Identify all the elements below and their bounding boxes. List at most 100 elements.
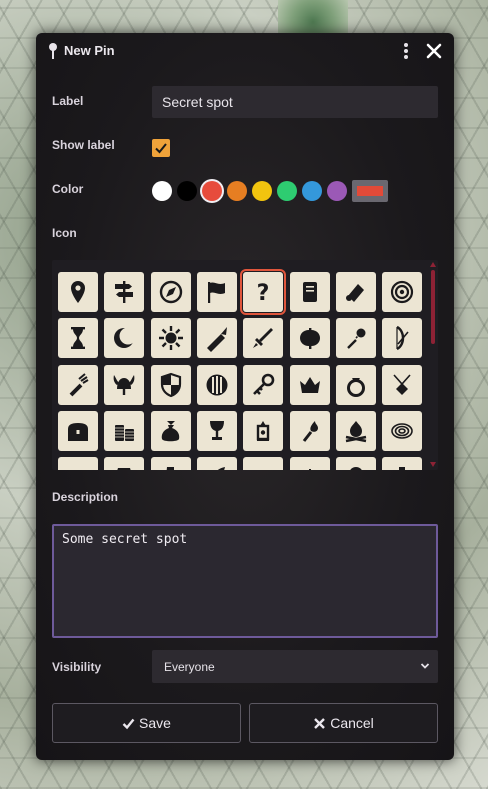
question-mark-icon: ? [257, 281, 270, 306]
icon-option-hourglass[interactable] [58, 318, 98, 359]
icon-option-quiver[interactable] [58, 364, 98, 405]
label-field-label: Label [52, 94, 84, 108]
flag-icon [207, 282, 225, 303]
icon-option-crown[interactable] [289, 364, 330, 405]
boot-icon [166, 467, 174, 470]
icon-option-scroll-unfurled[interactable] [335, 272, 376, 312]
wheat-icon [308, 469, 311, 470]
svg-text:?: ? [257, 281, 270, 306]
swatch-orange[interactable] [227, 181, 247, 201]
pin-icon [49, 43, 57, 59]
round-shield-icon [206, 374, 228, 396]
description-label: Description [52, 490, 119, 504]
dialog-title: New Pin [64, 43, 115, 58]
icon-option-sword-fire[interactable] [196, 318, 237, 359]
swatch-blue[interactable] [302, 181, 322, 201]
icon-option-compass[interactable] [150, 272, 191, 312]
icon-option-coin-stack[interactable] [104, 410, 145, 451]
scroll-down-arrow-icon[interactable] [430, 462, 436, 467]
icon-option-money-bag[interactable] [150, 410, 191, 451]
key-icon [253, 373, 275, 395]
rope-coil-icon [391, 423, 413, 439]
checkmark-icon [122, 718, 135, 729]
close-icon[interactable] [426, 43, 442, 59]
icon-option-feather[interactable] [196, 457, 237, 470]
tree-icon [350, 467, 362, 470]
icon-option-campfire[interactable] [335, 410, 376, 451]
show-label-label: Show label [52, 138, 115, 152]
swatch-green[interactable] [277, 181, 297, 201]
scroll-thumb[interactable] [431, 270, 435, 344]
icon-option-signpost[interactable] [104, 272, 145, 312]
icon-option-lantern[interactable] [243, 410, 284, 451]
icon-option-cauldron[interactable] [58, 457, 98, 470]
icon-option-shield-checkered[interactable] [150, 364, 191, 405]
saddle-icon [249, 463, 277, 470]
more-options-icon[interactable] [398, 42, 414, 60]
barrel-icon [117, 468, 131, 470]
swatch-purple[interactable] [327, 181, 347, 201]
icon-option-map-marker[interactable] [58, 272, 98, 312]
icon-option-wheat[interactable] [289, 457, 330, 470]
icon-option-flail[interactable] [335, 318, 376, 359]
icon-option-bow[interactable] [382, 318, 423, 359]
lantern-icon [256, 420, 270, 441]
scroll-unfurled-icon [345, 284, 364, 302]
sun-icon [158, 326, 183, 351]
icon-option-dagger[interactable] [243, 318, 284, 359]
icon-grid: ? [52, 260, 438, 470]
show-label-checkbox[interactable] [152, 139, 170, 157]
icon-option-saddle[interactable] [243, 457, 284, 470]
icon-option-viking-helmet[interactable] [104, 364, 145, 405]
icon-option-chalice[interactable] [196, 410, 237, 451]
icon-option-ring[interactable] [335, 364, 376, 405]
crescent-moon-icon [114, 327, 137, 349]
swatch-red[interactable] [202, 181, 222, 201]
icon-option-battle-axe[interactable] [289, 318, 330, 359]
description-textarea[interactable] [52, 524, 438, 638]
icon-option-scroll[interactable] [289, 272, 330, 312]
icon-option-treasure-chest[interactable] [58, 410, 98, 451]
save-button[interactable]: Save [52, 703, 241, 743]
compass-icon [159, 280, 182, 304]
dialog-titlebar: New Pin [36, 33, 454, 69]
label-input[interactable] [152, 86, 438, 118]
treasure-chest-icon [68, 422, 88, 441]
torch-icon [302, 420, 318, 442]
cancel-button-label: Cancel [330, 715, 374, 731]
chevron-down-icon [420, 663, 430, 669]
swatch-black[interactable] [177, 181, 197, 201]
visibility-select[interactable]: Everyone [152, 650, 438, 683]
icon-option-tree[interactable] [335, 457, 376, 470]
color-label: Color [52, 182, 84, 196]
viking-helmet-icon [113, 374, 135, 395]
target-icon [390, 280, 414, 304]
icon-option-round-shield[interactable] [196, 364, 237, 405]
map-background-strip [278, 0, 348, 36]
icon-option-target[interactable] [382, 272, 423, 312]
custom-color-picker[interactable] [352, 180, 388, 202]
x-icon [314, 717, 326, 729]
icon-option-crescent-moon[interactable] [104, 318, 145, 359]
cancel-button[interactable]: Cancel [249, 703, 438, 743]
hourglass-icon [71, 327, 85, 350]
icon-option-amulet[interactable] [382, 364, 423, 405]
icon-option-barrel[interactable] [104, 457, 145, 470]
icon-option-key[interactable] [243, 364, 284, 405]
icon-option-potion[interactable] [382, 457, 423, 470]
swatch-yellow[interactable] [252, 181, 272, 201]
new-pin-dialog: New Pin Label Show label Color Icon ? [36, 33, 454, 760]
icon-option-torch[interactable] [289, 410, 330, 451]
icon-option-sun[interactable] [150, 318, 191, 359]
icon-option-rope-coil[interactable] [382, 410, 423, 451]
custom-color-preview [357, 186, 383, 196]
icon-option-boot[interactable] [150, 457, 191, 470]
swatch-white[interactable] [152, 181, 172, 201]
scroll-up-arrow-icon[interactable] [430, 262, 436, 267]
coin-stack-icon [115, 424, 135, 441]
icon-grid-scrollbar[interactable] [430, 262, 436, 467]
icon-option-flag[interactable] [196, 272, 237, 312]
sword-fire-icon [206, 327, 227, 353]
icon-label: Icon [52, 226, 77, 240]
icon-option-question-mark[interactable]: ? [240, 269, 287, 315]
